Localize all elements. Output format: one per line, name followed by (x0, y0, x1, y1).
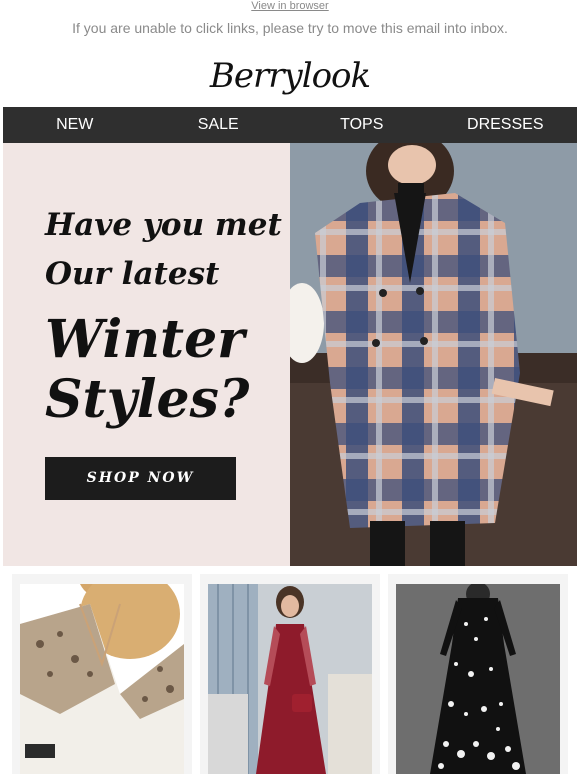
inbox-notice: If you are unable to click links, please… (72, 20, 508, 36)
nav-item-dresses[interactable]: DRESSES (434, 107, 578, 143)
brand-logo[interactable]: Berrylook (0, 56, 580, 96)
hero-text-panel: Have you met Our latest Winter Styles? S… (3, 143, 290, 566)
product-card-red-dress[interactable] (200, 574, 380, 774)
view-in-browser-link[interactable]: View in browser (0, 0, 580, 14)
hero-banner[interactable]: Have you met Our latest Winter Styles? S… (3, 143, 577, 566)
nav-item-sale[interactable]: SALE (147, 107, 291, 143)
nav-item-tops[interactable]: TOPS (290, 107, 434, 143)
hero-headline-styles: Styles? (45, 369, 250, 430)
product-card-dot-dress[interactable] (388, 574, 568, 774)
nav-item-new[interactable]: NEW (3, 107, 147, 143)
hero-headline-winter: Winter (45, 309, 245, 370)
product-card-sweater[interactable] (12, 574, 192, 774)
polka-dot-maxi-dress-image (396, 584, 560, 774)
product-row (12, 574, 568, 774)
main-nav: NEW SALE TOPS DRESSES (3, 107, 577, 143)
red-lace-dress-image (208, 584, 372, 774)
leopard-sweater-image (20, 584, 184, 774)
plaid-coat-model-image[interactable] (290, 143, 577, 566)
hero-line-2: Our latest (45, 256, 220, 292)
hero-line-1: Have you met (45, 207, 282, 243)
plaid-coat-illustration (290, 143, 577, 566)
shop-now-button[interactable]: SHOP NOW (45, 457, 236, 500)
